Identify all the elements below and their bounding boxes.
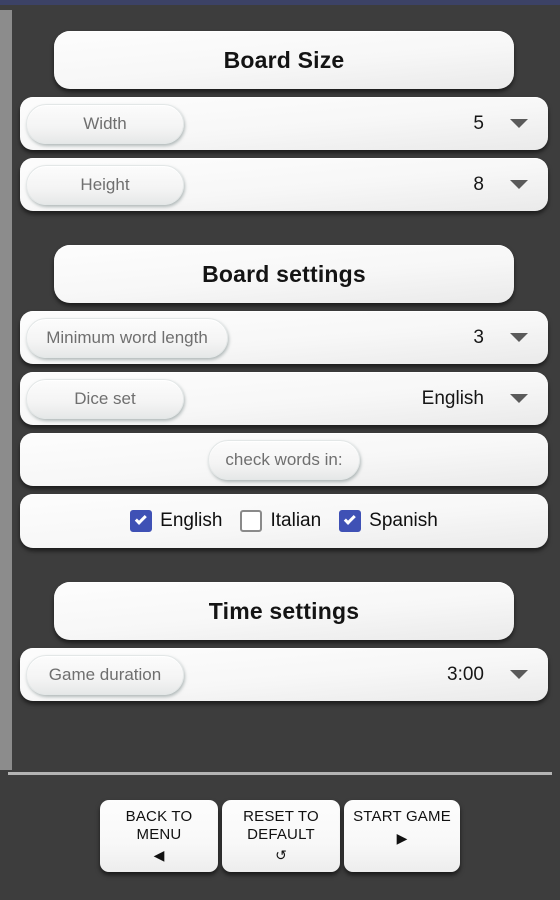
label-pill-width: Width (26, 103, 184, 144)
row-label: Game duration (48, 664, 162, 684)
section-title: Board settings (202, 260, 366, 287)
label-pill-dice-set: Dice set (26, 378, 184, 419)
row-label: Height (80, 174, 130, 194)
row-label: check words in: (225, 449, 343, 469)
checkbox-english[interactable] (130, 510, 153, 532)
row-game-duration[interactable]: Game duration 3:00 (20, 648, 548, 701)
chevron-down-icon[interactable] (510, 180, 528, 189)
checkbox-label: Italian (270, 510, 322, 531)
reset-to-default-button[interactable]: RESET TO DEFAULT ↺ (222, 800, 340, 872)
section-title: Board Size (223, 46, 345, 73)
label-pill-game-duration: Game duration (26, 654, 184, 695)
value-group-game-duration[interactable]: 3:00 (447, 664, 548, 686)
row-dice-set[interactable]: Dice set English (20, 372, 548, 425)
row-value: 3 (473, 326, 484, 348)
section-time-settings: Time settings Game duration 3:00 (16, 582, 552, 701)
chevron-down-icon[interactable] (510, 333, 528, 342)
row-value: 8 (473, 173, 484, 195)
label-pill-height: Height (26, 164, 184, 205)
checkbox-item-english[interactable]: English (130, 510, 222, 532)
bottom-button-bar: BACK TO MENU ◀ RESET TO DEFAULT ↺ START … (0, 800, 560, 880)
checkbox-label: Spanish (369, 510, 438, 531)
scrollbar-track[interactable] (0, 5, 12, 770)
settings-scroll-area: Board Size Width 5 Height 8 Board settin… (12, 5, 560, 765)
row-label: Width (83, 113, 127, 133)
section-board-settings: Board settings Minimum word length 3 Dic… (16, 245, 552, 548)
row-value: 5 (473, 112, 484, 134)
row-label: Dice set (74, 388, 136, 408)
value-group-minimum-word-length[interactable]: 3 (473, 327, 548, 349)
button-label-line2: DEFAULT (247, 826, 315, 843)
button-label-line1: START GAME (353, 808, 451, 825)
language-checkbox-group: English Italian Spanish (121, 510, 447, 532)
row-check-words-in: check words in: (20, 433, 548, 486)
back-to-menu-button[interactable]: BACK TO MENU ◀ (100, 800, 218, 872)
section-header-board-settings: Board settings (54, 245, 514, 303)
checkbox-label: English (160, 510, 223, 531)
check-icon (343, 512, 356, 525)
label-pill-minimum-word-length: Minimum word length (26, 317, 228, 358)
bottom-divider (8, 772, 552, 775)
section-header-board-size: Board Size (54, 31, 514, 89)
button-label-line1: BACK TO (125, 808, 193, 825)
row-minimum-word-length[interactable]: Minimum word length 3 (20, 311, 548, 364)
value-group-dice-set[interactable]: English (422, 388, 548, 410)
start-game-button[interactable]: START GAME ▶ (344, 800, 460, 872)
chevron-down-icon[interactable] (510, 119, 528, 128)
label-pill-check-words-in: check words in: (208, 439, 360, 480)
check-icon (134, 512, 147, 525)
checkbox-spanish[interactable] (339, 510, 362, 532)
app-screen: Board Size Width 5 Height 8 Board settin… (0, 0, 560, 900)
row-height[interactable]: Height 8 (20, 158, 548, 211)
checkbox-italian[interactable] (240, 510, 263, 532)
triangle-right-icon: ▶ (396, 830, 408, 846)
checkbox-item-spanish[interactable]: Spanish (339, 510, 438, 532)
reset-circular-arrow-icon: ↺ (275, 847, 287, 863)
row-value: English (421, 387, 484, 409)
button-label: RESET TO DEFAULT (243, 808, 319, 844)
button-label: START GAME (353, 808, 451, 826)
row-language-checkboxes: English Italian Spanish (20, 494, 548, 548)
row-label: Minimum word length (46, 327, 208, 347)
section-title: Time settings (208, 597, 360, 624)
triangle-left-icon: ◀ (153, 847, 165, 863)
chevron-down-icon[interactable] (510, 394, 528, 403)
value-group-height[interactable]: 8 (473, 174, 548, 196)
row-value: 3:00 (447, 663, 484, 685)
value-group-width[interactable]: 5 (473, 113, 548, 135)
section-header-time-settings: Time settings (54, 582, 514, 640)
row-width[interactable]: Width 5 (20, 97, 548, 150)
section-board-size: Board Size Width 5 Height 8 (16, 31, 552, 211)
button-label-line2: MENU (136, 826, 182, 843)
checkbox-item-italian[interactable]: Italian (240, 510, 321, 532)
button-label-line1: RESET TO (243, 808, 319, 825)
chevron-down-icon[interactable] (510, 670, 528, 679)
scrollbar-thumb[interactable] (0, 10, 12, 770)
button-label: BACK TO MENU (126, 808, 193, 844)
